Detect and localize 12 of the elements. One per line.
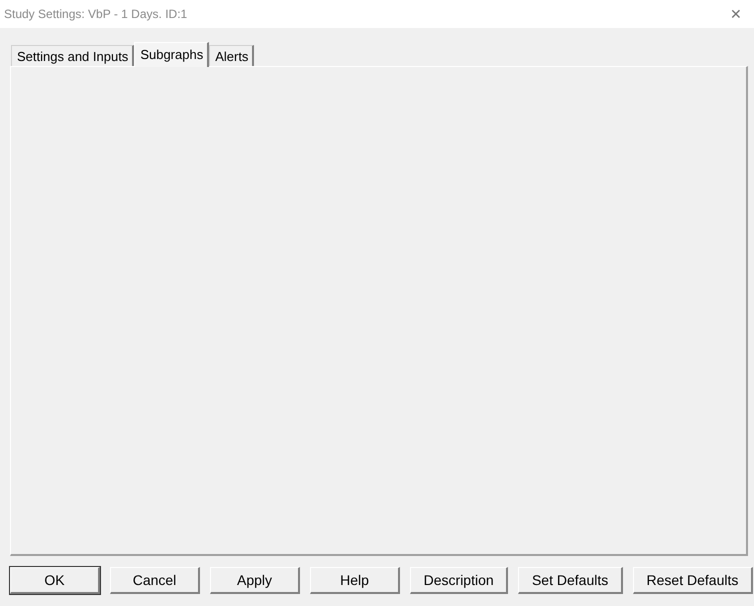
dialog-button[interactable]: Reset Defaults: [632, 567, 754, 594]
dialog-button[interactable]: Set Defaults: [518, 567, 623, 594]
dialog-button[interactable]: OK: [10, 567, 100, 594]
tab[interactable]: Subgraphs: [134, 42, 210, 67]
dialog-button[interactable]: Help: [310, 567, 400, 594]
dialog-button[interactable]: Description: [410, 567, 508, 594]
tab[interactable]: Alerts: [209, 45, 254, 66]
close-button[interactable]: ✕: [724, 6, 748, 22]
dialog-button[interactable]: Apply: [210, 567, 300, 594]
window-title: Study Settings: VbP - 1 Days. ID:1: [4, 7, 188, 21]
tab[interactable]: Settings and Inputs: [11, 45, 134, 66]
dialog-button[interactable]: Cancel: [110, 567, 200, 594]
